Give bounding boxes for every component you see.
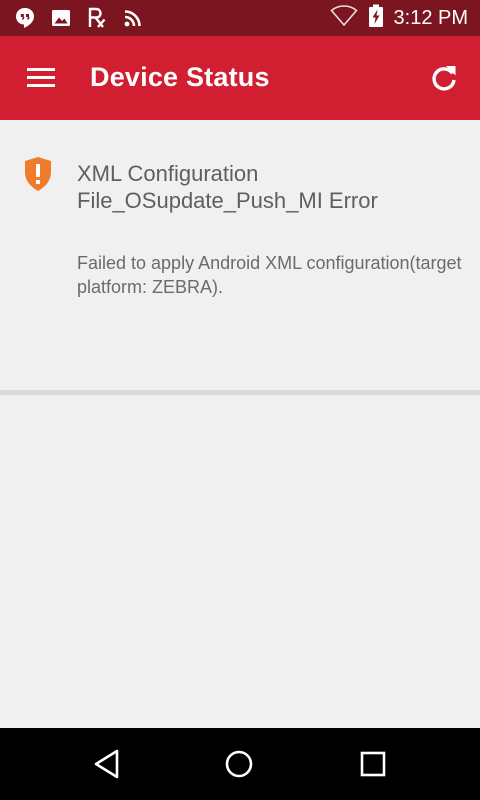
warning-shield-icon	[24, 156, 52, 192]
recents-icon[interactable]	[353, 746, 393, 782]
page-title: Device Status	[90, 62, 270, 92]
app-bar: Device Status	[0, 36, 480, 120]
notification-icons	[14, 6, 144, 30]
hamburger-menu-icon[interactable]	[26, 64, 58, 92]
status-list-item[interactable]: XML Configuration File_OSupdate_Push_MI …	[0, 120, 480, 390]
navigation-bar	[0, 728, 480, 800]
hangouts-icon	[14, 7, 36, 29]
status-title: XML Configuration File_OSupdate_Push_MI …	[77, 161, 378, 213]
refresh-icon[interactable]	[428, 62, 460, 94]
image-icon	[50, 7, 72, 29]
clock-time: 3:12 PM	[393, 6, 468, 29]
divider	[0, 390, 480, 395]
status-message: Failed to apply Android XML configuratio…	[77, 253, 462, 297]
status-bar: 3:12 PM	[0, 0, 480, 36]
prescription-icon	[86, 7, 108, 29]
back-icon[interactable]	[87, 746, 127, 782]
rss-icon	[122, 7, 144, 29]
wifi-icon	[329, 4, 358, 32]
system-status: 3:12 PM	[329, 4, 468, 33]
home-icon[interactable]	[219, 746, 259, 782]
battery-charging-icon	[368, 4, 384, 33]
